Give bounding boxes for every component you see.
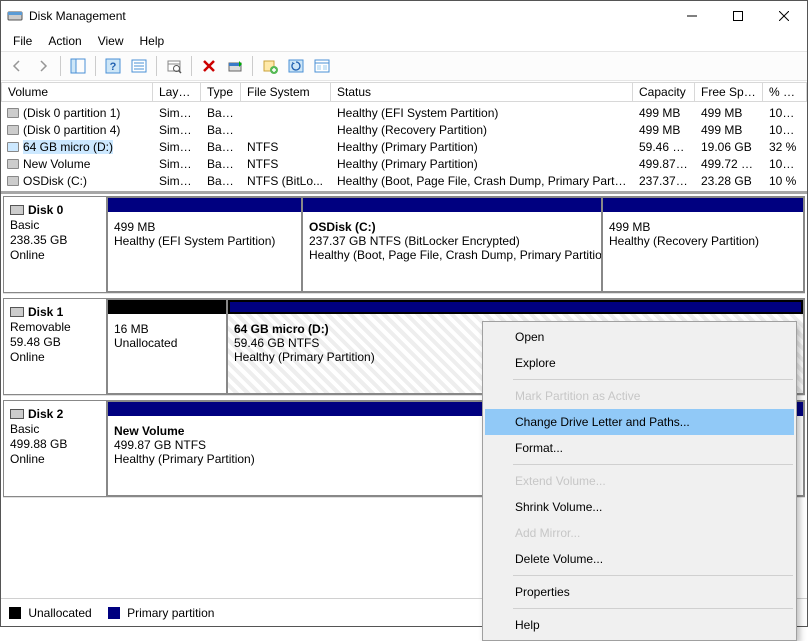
disk-icon bbox=[10, 307, 24, 317]
table-row[interactable]: (Disk 0 partition 1)SimpleBasicHealthy (… bbox=[1, 104, 807, 121]
context-menu-item[interactable]: Open bbox=[485, 324, 794, 350]
back-button[interactable] bbox=[5, 54, 29, 78]
volume-list-header: Volume Layout Type File System Status Ca… bbox=[1, 81, 807, 102]
toolbar-separator bbox=[60, 56, 61, 76]
toolbar-separator bbox=[252, 56, 253, 76]
close-button[interactable] bbox=[761, 1, 807, 31]
format-button[interactable] bbox=[223, 54, 247, 78]
settings-button[interactable] bbox=[310, 54, 334, 78]
app-icon bbox=[7, 8, 23, 24]
menu-file[interactable]: File bbox=[5, 32, 40, 50]
window-title: Disk Management bbox=[29, 9, 669, 23]
menu-action[interactable]: Action bbox=[40, 32, 89, 50]
table-row[interactable]: OSDisk (C:)SimpleBasicNTFS (BitLo...Heal… bbox=[1, 172, 807, 189]
partition-area: 499 MBHealthy (EFI System Partition)OSDi… bbox=[107, 196, 805, 293]
partition-band bbox=[108, 300, 226, 314]
header-status[interactable]: Status bbox=[331, 82, 633, 102]
context-menu-item[interactable]: Format... bbox=[485, 435, 794, 461]
header-layout[interactable]: Layout bbox=[153, 82, 201, 102]
header-pfree[interactable]: % Free bbox=[763, 82, 807, 102]
volume-list: Volume Layout Type File System Status Ca… bbox=[1, 81, 807, 191]
toolbar-separator bbox=[156, 56, 157, 76]
menu-view[interactable]: View bbox=[90, 32, 132, 50]
partition-band bbox=[228, 300, 803, 314]
context-menu-item[interactable]: Delete Volume... bbox=[485, 546, 794, 572]
properties-button[interactable] bbox=[162, 54, 186, 78]
drive-icon bbox=[7, 125, 19, 135]
partition[interactable]: 499 MBHealthy (Recovery Partition) bbox=[602, 197, 804, 292]
legend-unallocated: Unallocated bbox=[9, 606, 92, 620]
context-menu-item: Add Mirror... bbox=[485, 520, 794, 546]
toolbar-separator bbox=[191, 56, 192, 76]
header-filesystem[interactable]: File System bbox=[241, 82, 331, 102]
titlebar: Disk Management bbox=[1, 1, 807, 31]
table-row[interactable]: 64 GB micro (D:)SimpleBasicNTFSHealthy (… bbox=[1, 138, 807, 155]
maximize-button[interactable] bbox=[715, 1, 761, 31]
context-menu-item[interactable]: Properties bbox=[485, 579, 794, 605]
menu-help[interactable]: Help bbox=[132, 32, 173, 50]
drive-icon bbox=[7, 108, 19, 118]
disk-icon bbox=[10, 205, 24, 215]
context-menu-item[interactable]: Explore bbox=[485, 350, 794, 376]
disk-info[interactable]: Disk 0Basic238.35 GBOnline bbox=[3, 196, 107, 293]
swatch-unallocated-icon bbox=[9, 607, 21, 619]
minimize-button[interactable] bbox=[669, 1, 715, 31]
volume-list-body: (Disk 0 partition 1)SimpleBasicHealthy (… bbox=[1, 102, 807, 191]
action-list-button[interactable] bbox=[127, 54, 151, 78]
menubar: File Action View Help bbox=[1, 31, 807, 51]
context-menu-item[interactable]: Change Drive Letter and Paths... bbox=[485, 409, 794, 435]
disk-info[interactable]: Disk 1Removable59.48 GBOnline bbox=[3, 298, 107, 395]
table-row[interactable]: (Disk 0 partition 4)SimpleBasicHealthy (… bbox=[1, 121, 807, 138]
partition-band bbox=[108, 198, 301, 212]
legend-primary-label: Primary partition bbox=[127, 606, 214, 620]
drive-icon bbox=[7, 159, 19, 169]
context-menu-separator bbox=[513, 464, 793, 465]
legend-primary: Primary partition bbox=[108, 606, 215, 620]
partition[interactable]: OSDisk (C:)237.37 GB NTFS (BitLocker Enc… bbox=[302, 197, 602, 292]
toolbar: ? bbox=[1, 51, 807, 81]
context-menu-separator bbox=[513, 575, 793, 576]
disk-icon bbox=[10, 409, 24, 419]
toolbar-separator bbox=[95, 56, 96, 76]
context-menu-item[interactable]: Help bbox=[485, 612, 794, 638]
svg-text:?: ? bbox=[110, 61, 117, 73]
forward-button[interactable] bbox=[31, 54, 55, 78]
swatch-primary-icon bbox=[108, 607, 120, 619]
legend-unallocated-label: Unallocated bbox=[28, 606, 91, 620]
context-menu-separator bbox=[513, 608, 793, 609]
context-menu-item[interactable]: Shrink Volume... bbox=[485, 494, 794, 520]
header-free[interactable]: Free Space bbox=[695, 82, 763, 102]
help-button[interactable]: ? bbox=[101, 54, 125, 78]
delete-button[interactable] bbox=[197, 54, 221, 78]
header-volume[interactable]: Volume bbox=[1, 82, 153, 102]
show-hide-tree-button[interactable] bbox=[66, 54, 90, 78]
context-menu: OpenExplore Mark Partition as ActiveChang… bbox=[482, 321, 797, 641]
new-volume-button[interactable] bbox=[258, 54, 282, 78]
drive-icon bbox=[7, 176, 19, 186]
partition-band bbox=[303, 198, 601, 212]
table-row[interactable]: New VolumeSimpleBasicNTFSHealthy (Primar… bbox=[1, 155, 807, 172]
context-menu-separator bbox=[513, 379, 793, 380]
refresh-button[interactable] bbox=[284, 54, 308, 78]
partition[interactable]: 16 MBUnallocated bbox=[107, 299, 227, 394]
window-controls bbox=[669, 1, 807, 31]
drive-icon bbox=[7, 142, 19, 152]
context-menu-item: Mark Partition as Active bbox=[485, 383, 794, 409]
header-capacity[interactable]: Capacity bbox=[633, 82, 695, 102]
context-menu-item: Extend Volume... bbox=[485, 468, 794, 494]
header-type[interactable]: Type bbox=[201, 82, 241, 102]
app-window: Disk Management File Action View Help bbox=[0, 0, 808, 627]
disk-info[interactable]: Disk 2Basic499.88 GBOnline bbox=[3, 400, 107, 497]
partition-band bbox=[603, 198, 803, 212]
disk-row: Disk 0Basic238.35 GBOnline499 MBHealthy … bbox=[3, 196, 805, 294]
partition[interactable]: 499 MBHealthy (EFI System Partition) bbox=[107, 197, 302, 292]
